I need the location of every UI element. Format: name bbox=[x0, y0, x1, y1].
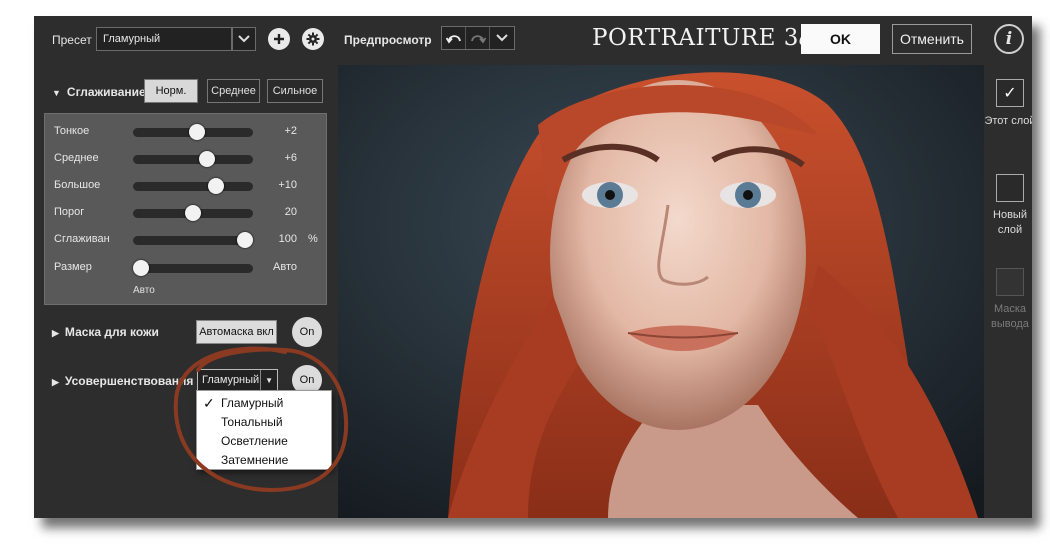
enhancements-dropdown[interactable]: Гламурный ▼ bbox=[197, 369, 278, 391]
menu-item-tonal[interactable]: Тональный bbox=[197, 413, 331, 432]
history-dropdown-button[interactable] bbox=[490, 27, 514, 49]
menu-item-label: Гламурный bbox=[221, 396, 284, 410]
slider-knob[interactable] bbox=[198, 151, 215, 167]
undo-button[interactable] bbox=[442, 27, 466, 49]
preset-label: Пресет bbox=[52, 33, 92, 47]
smoothing-sliders-panel: Тонкое +2 Среднее +6 Большое +10 Порог 2… bbox=[44, 113, 327, 305]
skin-mask-title: Маска для кожи bbox=[64, 325, 159, 339]
slider-row-medium: Среднее +6 bbox=[45, 149, 328, 169]
slider-knob[interactable] bbox=[189, 124, 206, 140]
this-layer-label: Этот слой bbox=[984, 115, 1032, 127]
ok-button[interactable]: OK bbox=[801, 24, 880, 54]
redo-icon bbox=[470, 35, 486, 44]
smoothing-title: Сглаживание bbox=[66, 85, 146, 99]
add-preset-button[interactable] bbox=[268, 28, 290, 50]
slider-label: Тонкое bbox=[54, 125, 90, 137]
enhancements-section-header[interactable]: ▶ Усовершенствования bbox=[52, 374, 193, 388]
slider-track[interactable] bbox=[133, 178, 253, 194]
chevron-down-icon bbox=[238, 35, 250, 43]
slider-track[interactable] bbox=[133, 205, 253, 221]
slider-track[interactable] bbox=[133, 232, 253, 248]
triangle-down-icon: ▼ bbox=[265, 375, 274, 385]
slider-label: Порог bbox=[54, 206, 85, 218]
slider-row-large: Большое +10 bbox=[45, 176, 328, 196]
size-auto-label: Авто bbox=[133, 285, 155, 296]
slider-label: Сглаживан bbox=[54, 233, 110, 245]
slider-label: Размер bbox=[54, 261, 92, 273]
preview-image[interactable] bbox=[338, 65, 984, 518]
chevron-down-icon bbox=[496, 34, 508, 42]
slider-track[interactable] bbox=[133, 124, 253, 140]
menu-item-darken[interactable]: Затемнение bbox=[197, 451, 331, 470]
triangle-down-icon: ▼ bbox=[52, 88, 61, 98]
skin-mask-on-button[interactable]: On bbox=[292, 317, 322, 347]
plus-icon bbox=[274, 34, 284, 44]
cancel-button[interactable]: Отменить bbox=[892, 24, 972, 54]
menu-item-glamour[interactable]: ✓ Гламурный bbox=[197, 394, 331, 413]
preset-value: Гламурный bbox=[103, 33, 161, 45]
slider-knob[interactable] bbox=[133, 260, 149, 276]
slider-knob[interactable] bbox=[185, 205, 201, 221]
brand-name: PORTRAITURE 3 bbox=[592, 25, 799, 51]
slider-row-threshold: Порог 20 bbox=[45, 203, 328, 223]
enhancements-title: Усовершенствования bbox=[64, 374, 194, 388]
info-icon[interactable]: i bbox=[994, 24, 1024, 54]
brand-logo: PORTRAITURE 3ai bbox=[592, 24, 824, 51]
slider-row-fine: Тонкое +2 bbox=[45, 122, 328, 142]
preset-dropdown-arrow[interactable] bbox=[232, 27, 256, 51]
output-mask-label: Маска вывода bbox=[991, 303, 1029, 330]
slider-value: +2 bbox=[284, 125, 297, 137]
slider-knob[interactable] bbox=[237, 232, 253, 248]
automask-button[interactable]: Автомаска вкл bbox=[196, 320, 277, 344]
slider-value: +6 bbox=[284, 152, 297, 164]
slider-value: Авто bbox=[273, 261, 297, 273]
slider-knob[interactable] bbox=[207, 178, 224, 194]
preset-dropdown[interactable]: Гламурный bbox=[96, 27, 232, 51]
preview-label: Предпросмотр bbox=[344, 33, 432, 47]
triangle-right-icon: ▶ bbox=[52, 377, 59, 387]
smoothing-level-normal[interactable]: Норм. bbox=[144, 79, 198, 103]
new-layer-label: Новый слой bbox=[993, 209, 1027, 236]
preset-settings-button[interactable] bbox=[302, 28, 324, 50]
slider-row-size: Размер Авто bbox=[45, 258, 328, 278]
new-layer-checkbox[interactable] bbox=[996, 174, 1024, 202]
check-icon: ✓ bbox=[203, 395, 215, 411]
slider-track[interactable] bbox=[133, 260, 253, 276]
slider-row-smoothing: Сглаживан 100 % bbox=[45, 230, 328, 250]
check-icon: ✓ bbox=[1003, 85, 1017, 102]
portrait-photo bbox=[338, 65, 984, 518]
undo-redo-group bbox=[441, 26, 515, 50]
triangle-right-icon: ▶ bbox=[52, 328, 59, 338]
smoothing-section-header[interactable]: ▼ Сглаживание bbox=[52, 85, 146, 99]
slider-value: 100 bbox=[278, 233, 297, 245]
undo-icon bbox=[445, 35, 461, 44]
slider-track[interactable] bbox=[133, 151, 253, 167]
menu-item-label: Тональный bbox=[221, 415, 283, 429]
enhancements-selected: Гламурный bbox=[198, 370, 262, 390]
menu-item-label: Осветление bbox=[221, 434, 288, 448]
gear-icon bbox=[306, 32, 320, 46]
enhancements-menu: ✓ Гламурный Тональный Осветление Затемнен… bbox=[196, 390, 332, 470]
skin-mask-section-header[interactable]: ▶ Маска для кожи bbox=[52, 325, 159, 339]
slider-value: +10 bbox=[278, 179, 297, 191]
slider-unit: % bbox=[308, 233, 318, 245]
menu-item-lighten[interactable]: Осветление bbox=[197, 432, 331, 451]
menu-item-label: Затемнение bbox=[221, 453, 289, 467]
smoothing-level-medium[interactable]: Среднее bbox=[207, 79, 260, 103]
redo-button[interactable] bbox=[466, 27, 490, 49]
slider-value: 20 bbox=[284, 206, 297, 218]
slider-label: Среднее bbox=[54, 152, 99, 164]
output-mask-checkbox[interactable] bbox=[996, 268, 1024, 296]
portraiture-window: Пресет Гламурный Предпросмотр PORTRAITUR… bbox=[34, 16, 1032, 518]
this-layer-checkbox[interactable]: ✓ bbox=[996, 79, 1024, 107]
smoothing-level-strong[interactable]: Сильное bbox=[267, 79, 323, 103]
slider-label: Большое bbox=[54, 179, 101, 191]
